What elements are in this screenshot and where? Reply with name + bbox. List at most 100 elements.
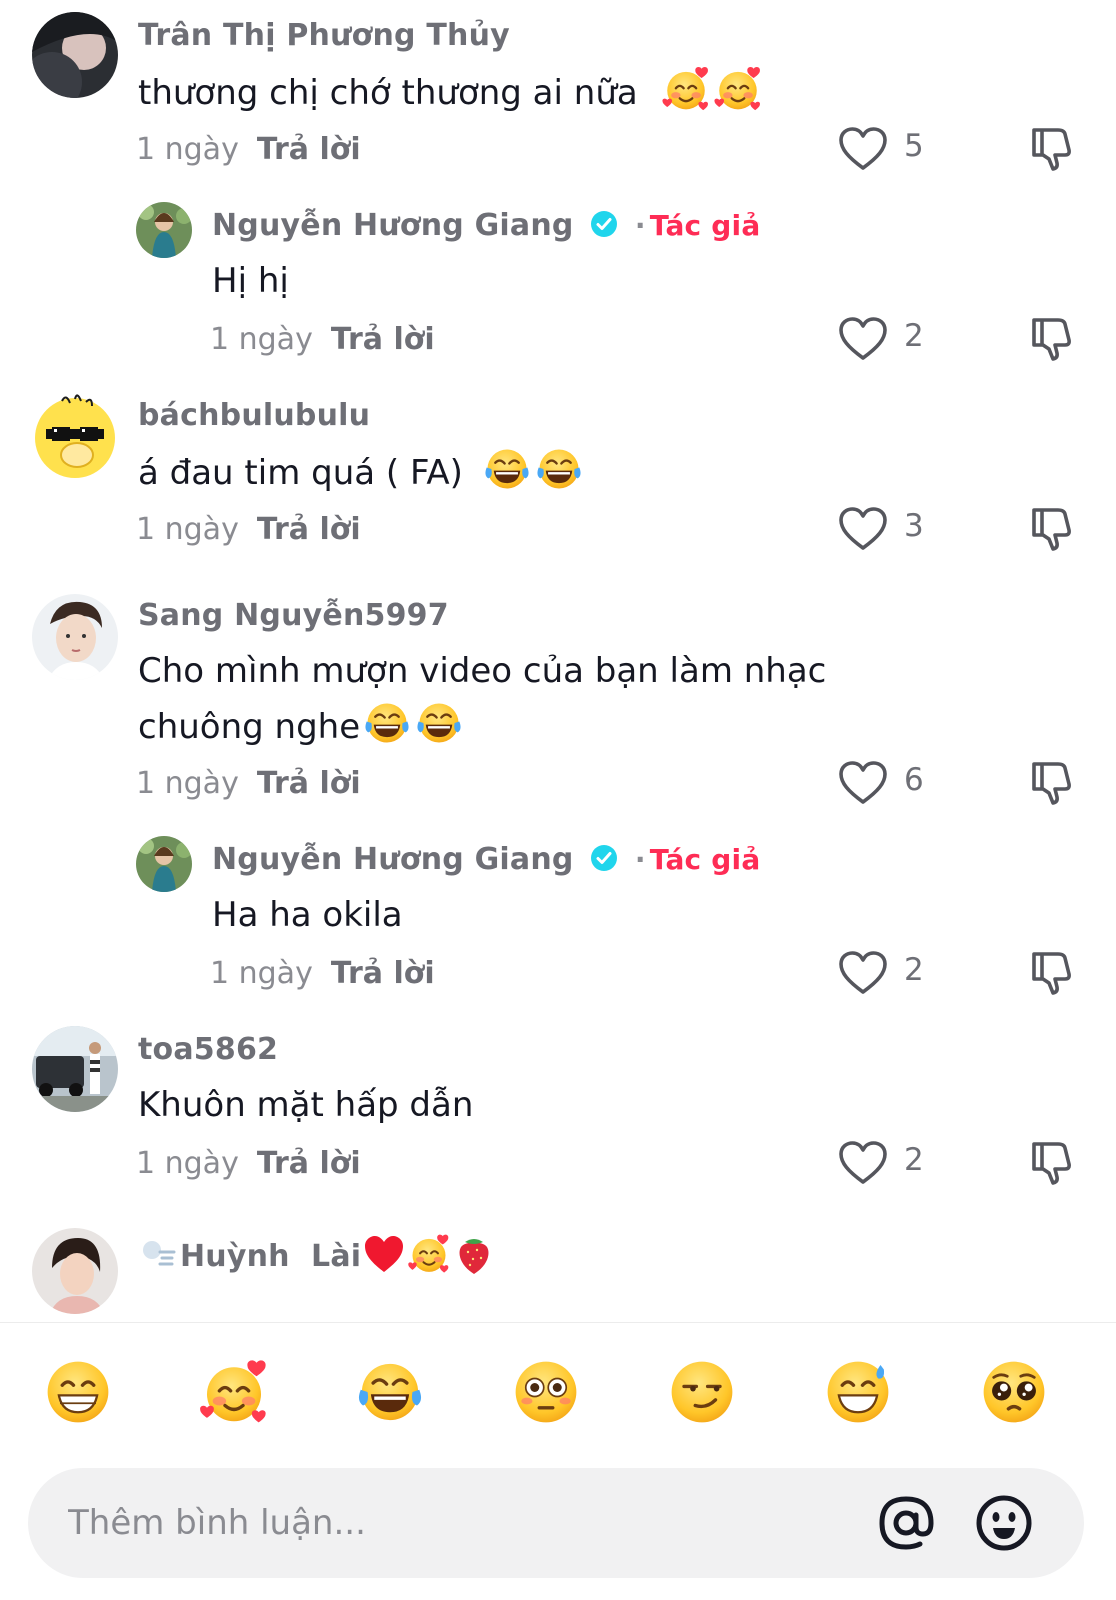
dislike-button[interactable] (1028, 314, 1076, 362)
comment-input[interactable] (68, 1488, 868, 1558)
heart-icon (838, 950, 888, 996)
quick-emoji-sweat[interactable] (822, 1356, 894, 1428)
heart-icon (838, 760, 888, 806)
smiling-face-with-hearts-icon (198, 1356, 270, 1428)
thumb-down-icon (1028, 1138, 1076, 1186)
author-username[interactable]: Nguyễn Hương Giang (212, 208, 574, 243)
thumb-down-icon (1028, 504, 1076, 552)
emoji-picker-button[interactable] (974, 1493, 1034, 1553)
emoji-picker-icon (976, 1495, 1032, 1551)
dislike-button[interactable] (1028, 948, 1076, 996)
comment-text: thương chị chớ thương ai nữa (138, 64, 763, 122)
reply-button[interactable]: Trả lời (257, 512, 361, 547)
reply-button[interactable]: Trả lời (257, 766, 361, 801)
dislike-button[interactable] (1028, 124, 1076, 172)
like-button[interactable]: 2 (838, 1138, 948, 1190)
comment-username[interactable]: Trân Thị Phương Thủy (138, 18, 510, 53)
reply-text: Ha ha okila (212, 895, 403, 935)
comment-time: 1 ngày (136, 132, 239, 167)
heart-icon (838, 316, 888, 362)
dislike-button[interactable] (1028, 758, 1076, 806)
face-with-tears-of-joy-icon (414, 698, 464, 748)
comment-username[interactable]: toa5862 (138, 1032, 278, 1067)
comment-time: 1 ngày (136, 1146, 239, 1181)
comment-list[interactable]: Trân Thị Phương Thủy thương chị chớ thươ… (0, 0, 1116, 1322)
wind-face-icon (143, 1241, 176, 1266)
comment-username[interactable]: báchbulubulu (138, 398, 370, 433)
quick-emoji-tears-of-joy[interactable] (354, 1356, 426, 1428)
heart-icon (838, 506, 888, 552)
reply-username: Nguyễn Hương Giang · Tác giả (212, 208, 760, 243)
reply-button[interactable]: Trả lời (257, 132, 361, 167)
grinning-face-icon (42, 1356, 114, 1428)
smirking-face-icon (666, 1356, 738, 1428)
verified-badge-icon (590, 210, 618, 238)
strawberry-icon (459, 1239, 489, 1274)
comment-username-text: Huỳnh Lài (180, 1239, 362, 1274)
reply-meta: 1 ngày Trả lời (210, 956, 435, 991)
face-with-tears-of-joy-icon (482, 444, 532, 494)
dislike-button[interactable] (1028, 1138, 1076, 1186)
like-button[interactable]: 6 (838, 758, 948, 810)
dislike-button[interactable] (1028, 504, 1076, 552)
like-count: 2 (904, 1142, 924, 1178)
like-count: 6 (904, 762, 924, 798)
comment-time: 1 ngày (136, 512, 239, 547)
author-separator: · (634, 843, 646, 876)
smiling-face-with-hearts-icon (407, 1232, 451, 1276)
reply-text: Hị hị (212, 261, 289, 301)
author-separator: · (634, 209, 646, 242)
comment-text-content: thương chị chớ thương ai nữa (138, 73, 638, 113)
author-tag: Tác giả (649, 843, 761, 876)
avatar[interactable] (32, 393, 118, 479)
thumb-down-icon (1028, 758, 1076, 806)
quick-emoji-pleading[interactable] (978, 1356, 1050, 1428)
comment-username[interactable]: Sang Nguyễn5997 (138, 598, 449, 633)
like-button[interactable]: 3 (838, 504, 948, 556)
quick-emoji-smirk[interactable] (666, 1356, 738, 1428)
avatar[interactable] (32, 1228, 118, 1314)
red-heart-icon (365, 1236, 404, 1272)
avatar[interactable] (32, 1026, 118, 1112)
avatar[interactable] (32, 12, 118, 98)
like-count: 5 (904, 128, 924, 164)
verified-badge-icon (590, 844, 618, 872)
reply-meta: 1 ngày Trả lời (210, 322, 435, 357)
like-count: 2 (904, 952, 924, 988)
quick-emoji-hearts[interactable] (198, 1356, 270, 1428)
quick-emoji-bar (0, 1322, 1116, 1458)
comment-time: 1 ngày (136, 766, 239, 801)
like-button[interactable]: 5 (838, 124, 948, 176)
quick-emoji-flushed[interactable] (510, 1356, 582, 1428)
comment-meta: 1 ngày Trả lời (136, 132, 361, 167)
like-count: 2 (904, 318, 924, 354)
author-username[interactable]: Nguyễn Hương Giang (212, 842, 574, 877)
reply-username: Nguyễn Hương Giang · Tác giả (212, 842, 760, 877)
thumb-down-icon (1028, 948, 1076, 996)
quick-emoji-grinning[interactable] (42, 1356, 114, 1428)
face-with-tears-of-joy-icon (354, 1356, 426, 1428)
comment-meta: 1 ngày Trả lời (136, 766, 361, 801)
reply-time: 1 ngày (210, 956, 313, 991)
reply-button[interactable]: Trả lời (331, 322, 435, 357)
like-button[interactable]: 2 (838, 948, 948, 1000)
face-with-tears-of-joy-icon (362, 698, 412, 748)
reply-button[interactable]: Trả lời (257, 1146, 361, 1181)
face-with-tears-of-joy-icon (534, 444, 584, 494)
comment-text-line2: chuông nghe (138, 698, 464, 756)
comment-text: Khuôn mặt hấp dẫn (138, 1085, 474, 1125)
reply-time: 1 ngày (210, 322, 313, 357)
comment-username[interactable]: Huỳnh Lài (138, 1232, 495, 1276)
at-mention-icon (879, 1496, 934, 1550)
like-button[interactable]: 2 (838, 314, 948, 366)
thumb-down-icon (1028, 314, 1076, 362)
reply-button[interactable]: Trả lời (331, 956, 435, 991)
comment-input-bar (28, 1468, 1084, 1578)
like-count: 3 (904, 508, 924, 544)
comment-text-line1: Cho mình mượn video của bạn làm nhạc (138, 651, 827, 691)
author-tag: Tác giả (649, 209, 761, 242)
avatar[interactable] (32, 594, 118, 680)
avatar[interactable] (136, 836, 192, 892)
avatar[interactable] (136, 202, 192, 258)
at-mention-button[interactable] (876, 1493, 936, 1553)
